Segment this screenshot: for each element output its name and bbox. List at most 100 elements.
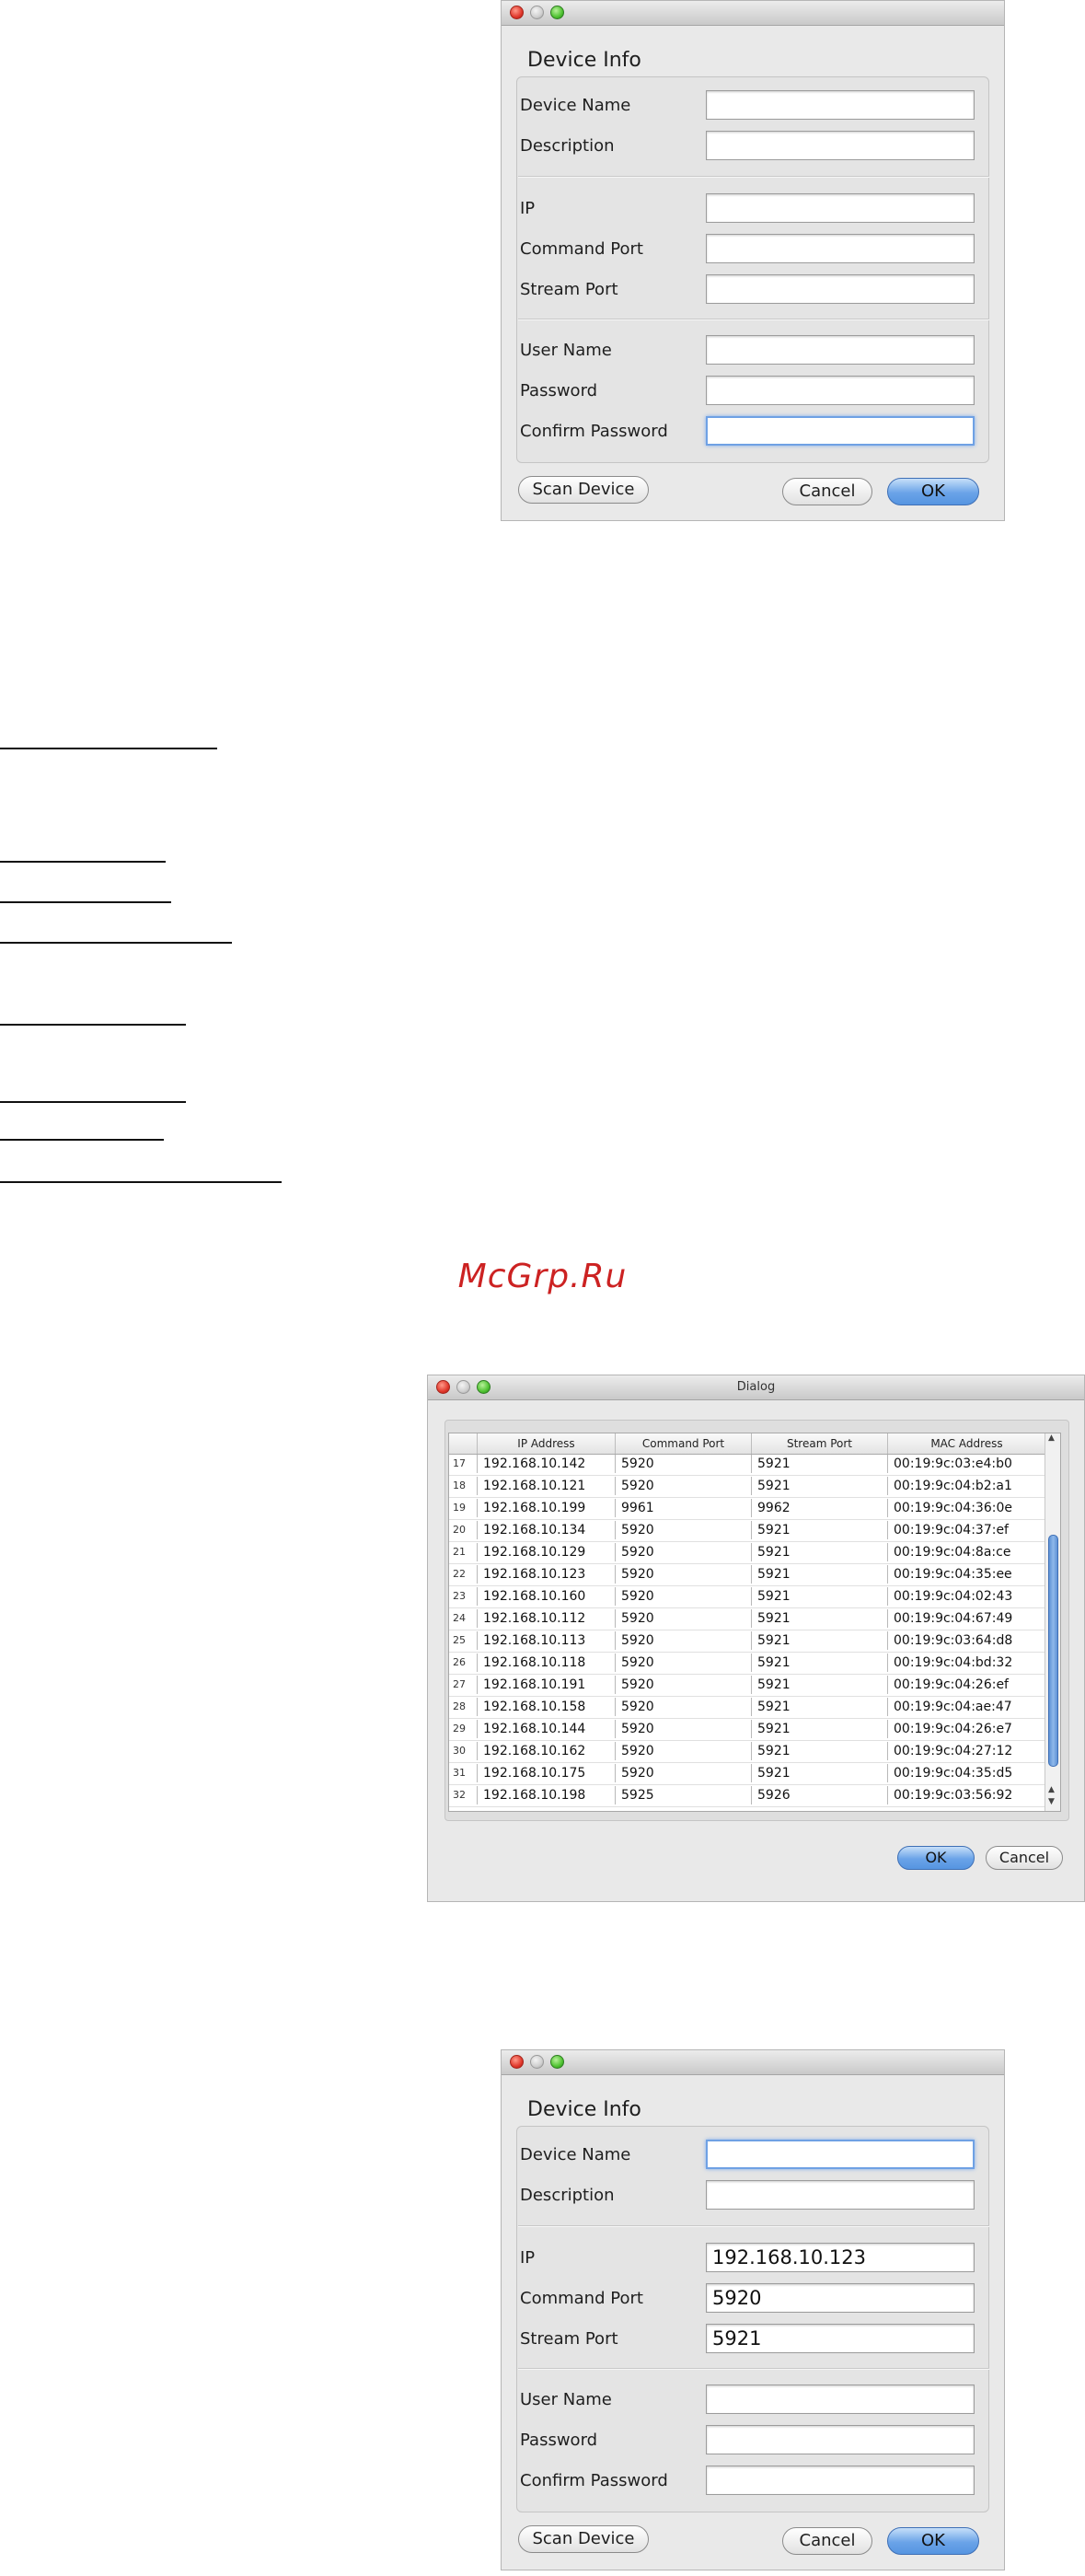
stream-port-field[interactable]: 5921	[706, 2324, 975, 2353]
column-header-mac[interactable]: MAC Address	[887, 1433, 1045, 1454]
scan-device-dialog: Dialog IP Address Command Port Stream Po…	[427, 1375, 1085, 1902]
table-row[interactable]: 28 192.168.10.158 5920 5921 00:19:9c:04:ae:4…	[449, 1698, 1045, 1716]
stream-port-field[interactable]	[706, 274, 975, 304]
column-header-ip[interactable]: IP Address	[477, 1433, 615, 1454]
cell-stream-port: 5921	[751, 1543, 887, 1561]
cell-stream-port: 5921	[751, 1764, 887, 1782]
table-row[interactable]: 21 192.168.10.129 5920 5921 00:19:9c:04:8a:c…	[449, 1543, 1045, 1561]
table-row[interactable]: 17 192.168.10.142 5920 5921 00:19:9c:03:e4:b…	[449, 1455, 1045, 1473]
table-header: IP Address Command Port Stream Port MAC …	[449, 1433, 1045, 1455]
table-row[interactable]: 19 192.168.10.199 9961 9962 00:19:9c:04:36:0…	[449, 1499, 1045, 1517]
scroll-up-arrow-icon[interactable]: ▲	[1048, 1785, 1055, 1794]
cell-mac: 00:19:9c:04:bd:32	[887, 1654, 1045, 1672]
password-field[interactable]	[706, 2425, 975, 2454]
blank-line	[0, 1139, 164, 1141]
cancel-button[interactable]: Cancel	[782, 2527, 872, 2555]
close-window-icon[interactable]	[510, 2055, 524, 2069]
stream-port-label: Stream Port	[520, 2329, 618, 2349]
device-name-row: Device Name	[520, 88, 989, 122]
device-table[interactable]: IP Address Command Port Stream Port MAC …	[448, 1433, 1061, 1812]
ip-field[interactable]	[706, 193, 975, 223]
column-header-stream-port[interactable]: Stream Port	[751, 1433, 887, 1454]
cell-stream-port: 5921	[751, 1631, 887, 1650]
row-number: 25	[453, 1634, 466, 1646]
password-row: Password	[520, 2423, 989, 2456]
separator	[518, 2225, 989, 2227]
user-name-field[interactable]	[706, 335, 975, 365]
dialog-heading: Device Info	[527, 49, 641, 72]
separator	[518, 2368, 989, 2370]
cell-ip: 192.168.10.160	[477, 1587, 615, 1606]
confirm-password-row: Confirm Password	[520, 414, 989, 447]
cancel-button[interactable]: Cancel	[782, 478, 872, 505]
cell-command-port: 5920	[615, 1720, 751, 1738]
cell-ip: 192.168.10.134	[477, 1521, 615, 1539]
table-row[interactable]: 30 192.168.10.162 5920 5921 00:19:9c:04:27:1…	[449, 1742, 1045, 1760]
row-number: 18	[453, 1479, 466, 1491]
description-label: Description	[520, 2186, 615, 2205]
table-row[interactable]: 18 192.168.10.121 5920 5921 00:19:9c:04:b2:a…	[449, 1477, 1045, 1495]
zoom-window-icon[interactable]	[550, 2055, 564, 2069]
cell-command-port: 5920	[615, 1742, 751, 1760]
blank-line	[0, 1181, 282, 1183]
confirm-password-field[interactable]	[706, 416, 975, 446]
zoom-window-icon[interactable]	[550, 6, 564, 19]
row-number: 28	[453, 1700, 466, 1712]
table-row[interactable]: 22 192.168.10.123 5920 5921 00:19:9c:04:35:e…	[449, 1565, 1045, 1584]
description-field[interactable]	[706, 131, 975, 160]
scan-device-button[interactable]: Scan Device	[518, 2525, 649, 2553]
command-port-field[interactable]	[706, 234, 975, 263]
row-divider	[449, 1563, 1045, 1564]
row-number: 29	[453, 1723, 466, 1735]
title-bar	[502, 2050, 1004, 2075]
scrollbar-thumb[interactable]	[1048, 1535, 1058, 1767]
table-row[interactable]: 24 192.168.10.112 5920 5921 00:19:9c:04:67:4…	[449, 1609, 1045, 1628]
device-name-field[interactable]	[706, 2140, 975, 2169]
ok-button[interactable]: OK	[887, 2527, 979, 2555]
user-name-field[interactable]	[706, 2385, 975, 2414]
confirm-password-field[interactable]	[706, 2466, 975, 2495]
cell-stream-port: 5921	[751, 1698, 887, 1716]
table-row[interactable]: 26 192.168.10.118 5920 5921 00:19:9c:04:bd:3…	[449, 1654, 1045, 1672]
ok-button[interactable]: OK	[897, 1846, 975, 1870]
cell-ip: 192.168.10.123	[477, 1565, 615, 1584]
device-name-field[interactable]	[706, 90, 975, 120]
command-port-field[interactable]: 5920	[706, 2283, 975, 2313]
blank-line	[0, 1024, 186, 1026]
cancel-button[interactable]: Cancel	[986, 1846, 1063, 1870]
password-field[interactable]	[706, 376, 975, 405]
ip-field[interactable]: 192.168.10.123	[706, 2243, 975, 2272]
table-row[interactable]: 27 192.168.10.191 5920 5921 00:19:9c:04:26:e…	[449, 1676, 1045, 1694]
cell-ip: 192.168.10.142	[477, 1455, 615, 1473]
description-field[interactable]	[706, 2180, 975, 2210]
table-row[interactable]: 29 192.168.10.144 5920 5921 00:19:9c:04:26:e…	[449, 1720, 1045, 1738]
table-row[interactable]: 25 192.168.10.113 5920 5921 00:19:9c:03:64:d…	[449, 1631, 1045, 1650]
table-row[interactable]: 32 192.168.10.198 5925 5926 00:19:9c:03:56:9…	[449, 1786, 1045, 1804]
cell-stream-port: 5921	[751, 1455, 887, 1473]
cell-command-port: 5920	[615, 1631, 751, 1650]
cell-mac: 00:19:9c:03:64:d8	[887, 1631, 1045, 1650]
scan-device-button[interactable]: Scan Device	[518, 476, 649, 504]
confirm-password-label: Confirm Password	[520, 422, 668, 441]
user-name-row: User Name	[520, 333, 989, 366]
close-window-icon[interactable]	[510, 6, 524, 19]
cell-command-port: 5925	[615, 1786, 751, 1804]
table-row[interactable]: 31 192.168.10.175 5920 5921 00:19:9c:04:35:d…	[449, 1764, 1045, 1782]
ip-label: IP	[520, 199, 536, 218]
table-scrollbar[interactable]: ▲ ▲ ▼	[1045, 1433, 1060, 1811]
device-name-label: Device Name	[520, 2145, 631, 2164]
scroll-up-arrow-icon[interactable]: ▲	[1048, 1433, 1055, 1443]
cell-ip: 192.168.10.129	[477, 1543, 615, 1561]
row-divider	[449, 1475, 1045, 1476]
table-row[interactable]: 23 192.168.10.160 5920 5921 00:19:9c:04:02:4…	[449, 1587, 1045, 1606]
minimize-window-icon[interactable]	[530, 2055, 544, 2069]
cell-mac: 00:19:9c:04:35:ee	[887, 1565, 1045, 1584]
row-divider	[449, 1497, 1045, 1498]
scroll-down-arrow-icon[interactable]: ▼	[1048, 1797, 1055, 1806]
column-header-command-port[interactable]: Command Port	[615, 1433, 751, 1454]
minimize-window-icon[interactable]	[530, 6, 544, 19]
ok-button[interactable]: OK	[887, 478, 979, 505]
cell-command-port: 9961	[615, 1499, 751, 1517]
table-row[interactable]: 20 192.168.10.134 5920 5921 00:19:9c:04:37:e…	[449, 1521, 1045, 1539]
cell-mac: 00:19:9c:03:e4:b0	[887, 1455, 1045, 1473]
